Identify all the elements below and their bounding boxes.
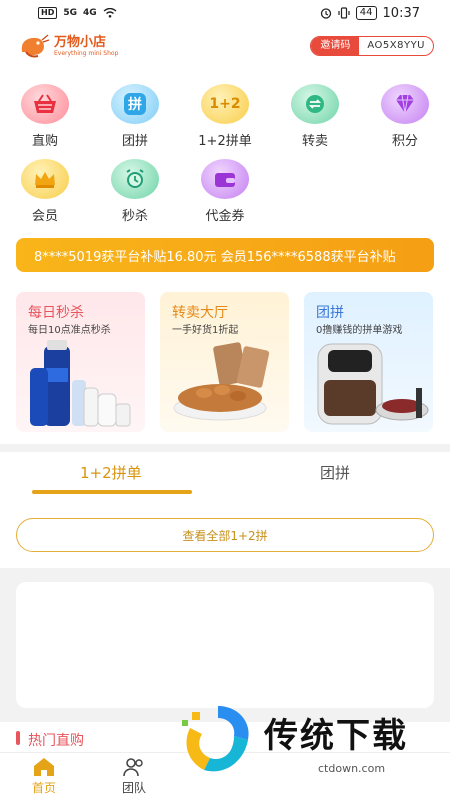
grid-item-resell[interactable]: 转卖 [280, 84, 350, 149]
grid-item-group-buy[interactable]: 拼 团拼 [100, 84, 170, 149]
grid-label: 1+2拼单 [198, 134, 252, 149]
tab-group-buy[interactable]: 团拼 [320, 462, 350, 483]
shampoo-bottles-image [30, 340, 131, 427]
alarm-clock-icon [111, 159, 159, 199]
tab-one-plus-two[interactable]: 1+2拼单 [80, 462, 142, 483]
group-buy-icon: 拼 [111, 84, 159, 124]
group-buy-glyph: 拼 [124, 93, 146, 115]
status-bar: HD 5G 4G 44 10:37 [0, 0, 450, 26]
promo-subtitle: 每日10点准点秒杀 [28, 325, 111, 336]
grid-label: 代金券 [205, 209, 245, 224]
shrimp-logo-icon [21, 34, 50, 58]
app-screen: HD 5G 4G 44 10:37 万物小店 Everything mini S… [0, 0, 450, 800]
team-icon [123, 758, 143, 777]
shopping-basket-icon [21, 84, 69, 124]
grid-item-one-plus-two[interactable]: 1+2 1+2拼单 [190, 84, 260, 149]
snack-food-image [173, 342, 270, 421]
crown-icon [21, 159, 69, 199]
active-tab-indicator [32, 490, 192, 494]
view-all-section: 查看全部1+2拼 [0, 500, 450, 568]
grid-item-points[interactable]: 积分 [370, 84, 440, 149]
grid-label: 团拼 [121, 134, 148, 149]
status-right: 44 10:37 [320, 6, 420, 21]
feature-grid: 直购 拼 团拼 1+2 1+2拼单 转卖 积分 会员 秒杀 代金券 [0, 66, 450, 226]
wifi-icon [103, 8, 117, 18]
invite-label: 邀请码 [311, 37, 360, 55]
grid-item-flash-sale[interactable]: 秒杀 [100, 159, 170, 224]
subsidy-marquee[interactable]: 8****5019获平台补贴16.80元 会员156****6588获平台补贴 [16, 238, 434, 272]
resell-exchange-icon [291, 84, 339, 124]
grid-label: 秒杀 [121, 209, 148, 224]
grid-label: 直购 [31, 134, 58, 149]
tabbar-team-label: 团队 [121, 781, 146, 795]
grid-label: 积分 [391, 134, 418, 149]
signal-4g: 4G [83, 8, 97, 18]
logo-title: 万物小店 [54, 34, 107, 50]
alarm-icon [320, 8, 331, 19]
invite-code-badge[interactable]: 邀请码 AO5X8YYU [310, 36, 434, 56]
grid-item-member[interactable]: 会员 [10, 159, 80, 224]
promo-card-group-buy[interactable]: 团拼 0撸赚钱的拼单游戏 [304, 292, 433, 432]
tabbar-team[interactable]: 团队 [104, 757, 164, 796]
product-tabs: 1+2拼单 团拼 [0, 452, 450, 500]
status-left: HD 5G 4G [38, 7, 117, 19]
battery-indicator: 44 [355, 6, 377, 20]
promo-section: 每日秒杀 每日10点准点秒杀 转卖大厅 一手好货1折起 团拼 0撸赚钱的拼单游戏 [0, 284, 450, 444]
invite-code[interactable]: AO5X8YYU [359, 37, 433, 55]
section-accent-bar [16, 731, 20, 745]
promo-title: 转卖大厅 [172, 305, 228, 321]
tabbar-home[interactable]: 首页 [14, 757, 74, 796]
one-plus-two-icon: 1+2 [201, 84, 249, 124]
promo-subtitle: 一手好货1折起 [172, 325, 239, 336]
watermark-url: ctdown.com [318, 762, 386, 775]
section-title: 热门直购 [28, 733, 84, 749]
grid-item-direct-buy[interactable]: 直购 [10, 84, 80, 149]
promo-title: 团拼 [316, 305, 344, 321]
promo-title: 每日秒杀 [28, 305, 84, 321]
notice-section: 8****5019获平台补贴16.80元 会员156****6588获平台补贴 [0, 226, 450, 284]
watermark-text: 传统下载 [264, 716, 408, 756]
grid-label: 转卖 [301, 134, 328, 149]
logo: 万物小店 Everything mini Shop [16, 32, 118, 60]
logo-subtitle: Everything mini Shop [54, 49, 119, 57]
marquee-text: 8****5019获平台补贴16.80元 会员156****6588获平台补贴 [34, 249, 396, 265]
logo-text: 万物小店 Everything mini Shop [54, 36, 118, 57]
one-plus-two-glyph: 1+2 [209, 96, 241, 112]
grid-label: 会员 [31, 209, 58, 224]
signal-5g: 5G [63, 8, 77, 18]
app-header: 万物小店 Everything mini Shop 邀请码 AO5X8YYU [0, 26, 450, 66]
air-fryer-image [317, 343, 429, 425]
tabbar-home-label: 首页 [31, 781, 56, 795]
grid-item-voucher[interactable]: 代金券 [190, 159, 260, 224]
status-time: 10:37 [382, 5, 420, 21]
diamond-icon [381, 84, 429, 124]
watermark: 传统下载 ctdown.com [178, 700, 438, 780]
watermark-logo-icon [182, 706, 249, 772]
view-all-button[interactable]: 查看全部1+2拼 [16, 518, 434, 552]
promo-card-flash-sale[interactable]: 每日秒杀 每日10点准点秒杀 [16, 292, 145, 432]
hd-indicator: HD [38, 7, 58, 19]
content-card [16, 582, 434, 708]
promo-subtitle: 0撸赚钱的拼单游戏 [316, 325, 403, 336]
wallet-icon [201, 159, 249, 199]
promo-card-resell-hall[interactable]: 转卖大厅 一手好货1折起 [160, 292, 289, 432]
home-icon [34, 758, 54, 776]
vibrate-icon [338, 7, 350, 19]
